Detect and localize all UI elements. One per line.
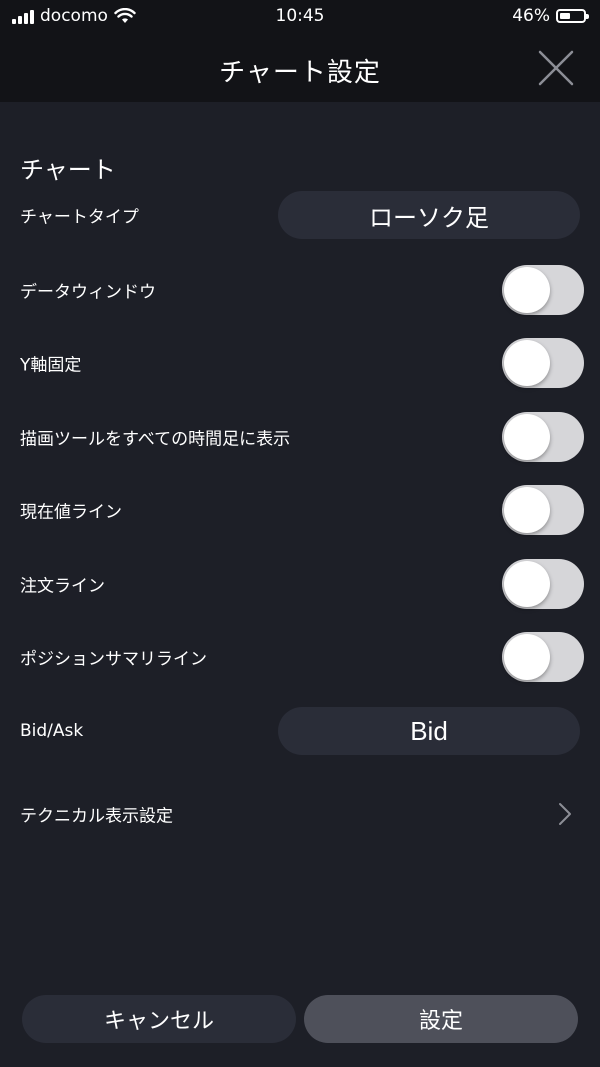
battery-icon bbox=[556, 9, 589, 23]
toggle-row-drawing-tools: 描画ツールをすべての時間足に表示 bbox=[0, 412, 600, 462]
toggle-knob bbox=[504, 487, 550, 533]
chevron-right-icon bbox=[559, 803, 571, 825]
battery-level bbox=[560, 13, 571, 19]
toggle-label: 描画ツールをすべての時間足に表示 bbox=[20, 429, 291, 450]
toggle-label: 現在値ライン bbox=[20, 502, 122, 523]
toggle-row-current-price-line: 現在値ライン bbox=[0, 485, 600, 535]
toggle-knob bbox=[504, 414, 550, 460]
technical-settings-label: テクニカル表示設定 bbox=[20, 806, 173, 827]
cancel-button[interactable]: キャンセル bbox=[22, 995, 296, 1043]
toggle-knob bbox=[504, 634, 550, 680]
close-button[interactable] bbox=[536, 48, 576, 88]
toggle-label: データウィンドウ bbox=[20, 282, 156, 303]
y-axis-lock-toggle[interactable] bbox=[502, 338, 584, 388]
toggle-knob bbox=[504, 267, 550, 313]
toggle-row-order-line: 注文ライン bbox=[0, 559, 600, 609]
position-summary-line-toggle[interactable] bbox=[502, 632, 584, 682]
toggle-label: 注文ライン bbox=[20, 576, 105, 597]
status-bar: docomo 10:45 46% bbox=[0, 0, 600, 34]
toggle-label: ポジションサマリライン bbox=[20, 649, 207, 670]
bid-ask-label: Bid/Ask bbox=[20, 721, 84, 741]
order-line-toggle[interactable] bbox=[502, 559, 584, 609]
apply-button[interactable]: 設定 bbox=[304, 995, 578, 1043]
status-right: 46% bbox=[512, 6, 589, 26]
chart-type-selector[interactable]: ローソク足 bbox=[278, 191, 580, 239]
current-price-line-toggle[interactable] bbox=[502, 485, 584, 535]
status-time: 10:45 bbox=[275, 6, 325, 26]
bid-ask-selector[interactable]: Bid bbox=[278, 707, 580, 755]
section-title: チャート bbox=[20, 156, 116, 184]
toggle-knob bbox=[504, 340, 550, 386]
technical-settings-row[interactable]: テクニカル表示設定 bbox=[0, 789, 600, 839]
toggle-row-y-axis-lock: Y軸固定 bbox=[0, 338, 600, 388]
battery-percent: 46% bbox=[512, 6, 550, 26]
close-icon bbox=[538, 50, 574, 86]
page-title: チャート設定 bbox=[219, 58, 381, 88]
toggle-row-position-summary-line: ポジションサマリライン bbox=[0, 632, 600, 682]
toggle-row-data-window: データウィンドウ bbox=[0, 265, 600, 315]
nav-bar: チャート設定 bbox=[0, 34, 600, 102]
drawing-tools-all-timeframes-toggle[interactable] bbox=[502, 412, 584, 462]
data-window-toggle[interactable] bbox=[502, 265, 584, 315]
toggle-label: Y軸固定 bbox=[20, 355, 82, 376]
toggle-knob bbox=[504, 561, 550, 607]
bid-ask-row: Bid/Ask Bid bbox=[0, 706, 600, 756]
chart-type-label: チャートタイプ bbox=[20, 207, 139, 228]
chart-type-row: チャートタイプ ローソク足 bbox=[0, 190, 600, 240]
